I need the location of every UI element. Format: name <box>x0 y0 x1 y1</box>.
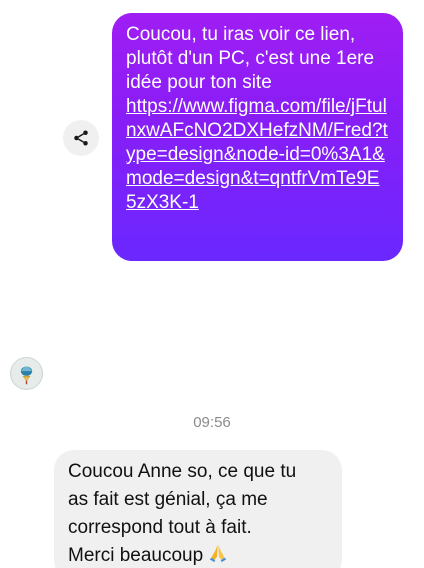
outgoing-message-bubble[interactable]: Coucou, tu iras voir ce lien, plutôt d'u… <box>112 13 403 261</box>
incoming-message-line: Coucou Anne so, ce que tu <box>68 461 297 482</box>
share-button[interactable] <box>63 120 99 156</box>
contact-avatar[interactable] <box>10 357 43 390</box>
incoming-message-line: as fait est génial, ça me <box>68 489 268 510</box>
share-icon <box>72 129 90 147</box>
incoming-message-line-last: Merci beaucoup <box>68 542 328 568</box>
message-timestamp: 09:56 <box>193 414 231 431</box>
incoming-message-line: correspond tout à fait. <box>68 517 252 538</box>
pray-emoji-icon <box>207 542 229 564</box>
figma-link[interactable]: https://www.figma.com/file/jFtulnxwAFcNO… <box>126 95 389 215</box>
incoming-message-line-text: Merci beaucoup <box>68 545 204 566</box>
outgoing-message-text: Coucou, tu iras voir ce lien, plutôt d'u… <box>126 24 375 93</box>
incoming-message-bubble[interactable]: Coucou Anne so, ce que tu as fait est gé… <box>54 450 342 568</box>
avatar-image <box>11 358 42 389</box>
